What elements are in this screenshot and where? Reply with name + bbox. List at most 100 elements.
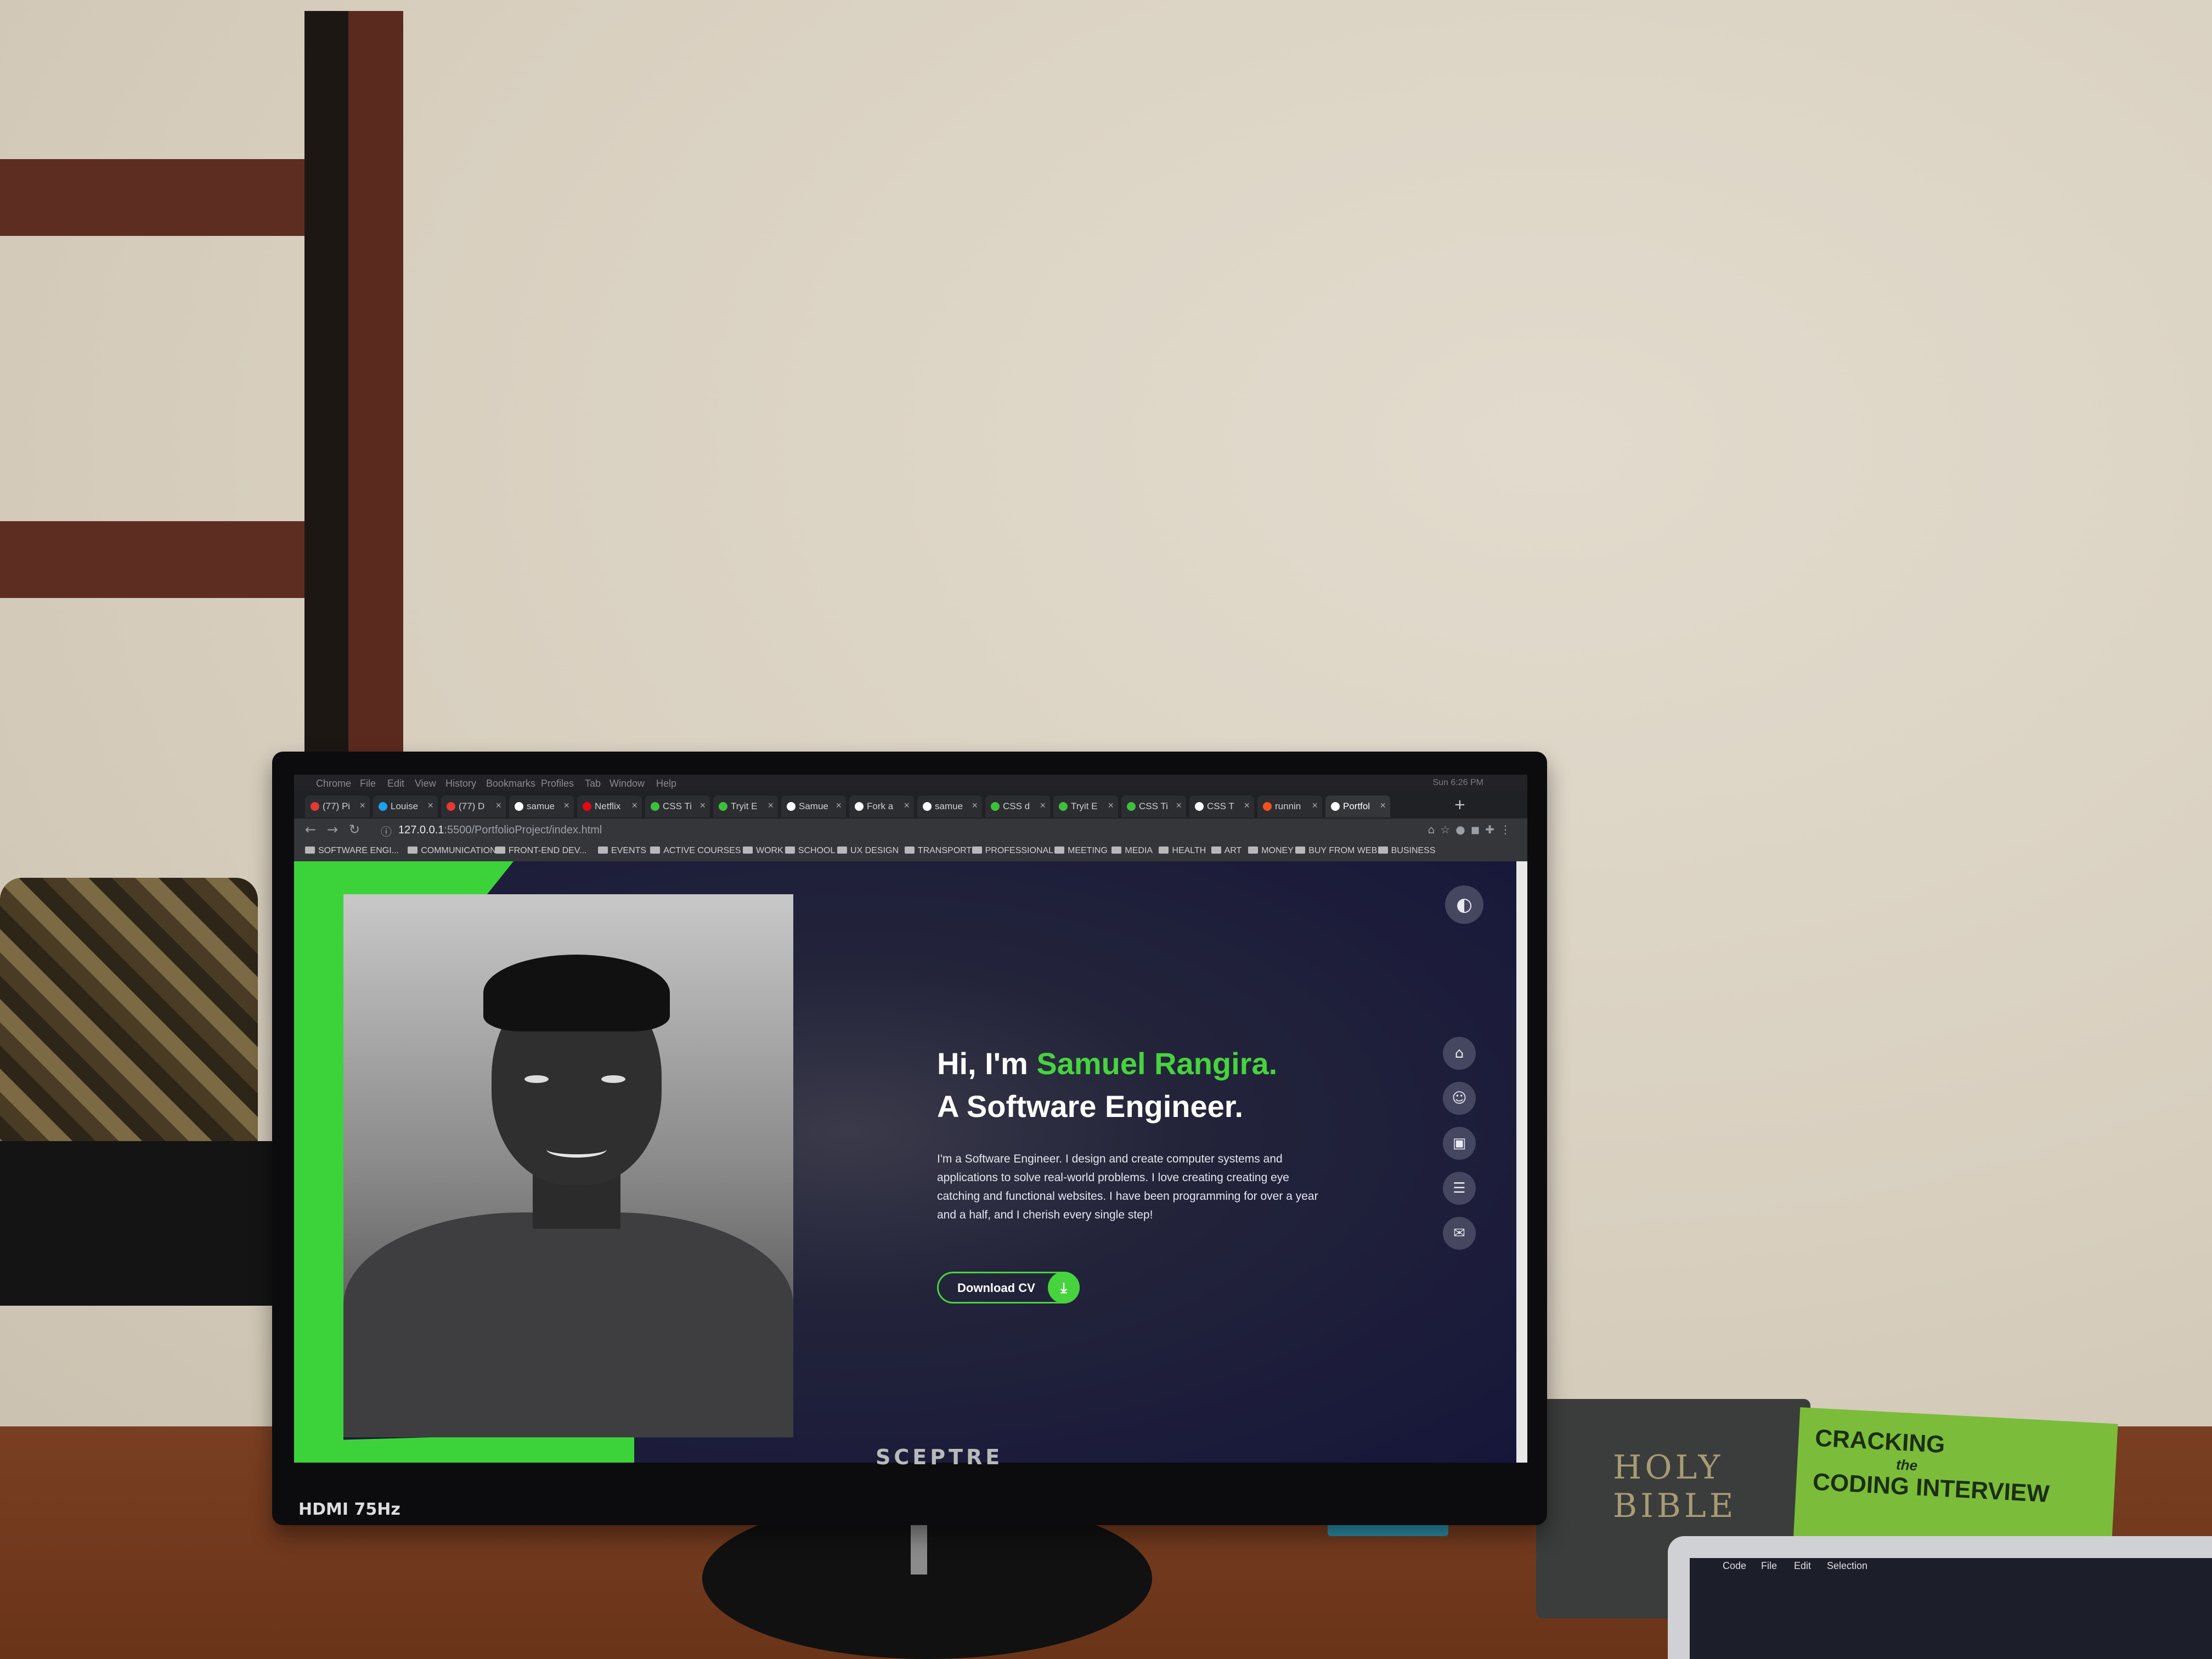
- home-icon[interactable]: ⌂: [1443, 1037, 1476, 1070]
- tab-label: runnin: [1275, 801, 1301, 811]
- book-title-1: CRACKING: [1814, 1424, 1946, 1458]
- laptop-menu-item[interactable]: Selection: [1827, 1560, 1867, 1572]
- browser-tab[interactable]: runnin ×: [1257, 795, 1322, 817]
- close-icon[interactable]: ×: [904, 800, 910, 811]
- bookmark-label: HEALTH: [1172, 846, 1206, 855]
- bookmark-folder[interactable]: HEALTH: [1159, 846, 1206, 856]
- download-cv-button[interactable]: Download CV ⤓: [937, 1272, 1080, 1304]
- close-icon[interactable]: ×: [1380, 800, 1386, 811]
- back-icon[interactable]: ←: [305, 822, 316, 837]
- bookmark-folder[interactable]: UX DESIGN: [837, 846, 899, 856]
- site-info-icon[interactable]: ⓘ: [381, 823, 392, 839]
- browser-tab[interactable]: Fork a ×: [849, 795, 914, 817]
- tab-favicon-icon: [923, 802, 932, 811]
- browser-tab[interactable]: Samue ×: [781, 795, 846, 817]
- bookmark-label: BUY FROM WEB: [1308, 846, 1378, 855]
- bookmark-folder[interactable]: COMMUNICATION: [408, 846, 496, 856]
- browser-tab[interactable]: Louise ×: [373, 795, 438, 817]
- bookmark-folder[interactable]: TRANSPORT: [904, 846, 972, 856]
- laptop-menu-item[interactable]: Edit: [1794, 1560, 1811, 1572]
- bookmark-folder[interactable]: BUSINESS: [1378, 846, 1436, 856]
- bookmark-folder[interactable]: WORK: [743, 846, 783, 856]
- browser-tab[interactable]: (77) D ×: [441, 795, 506, 817]
- close-icon[interactable]: ×: [1244, 800, 1250, 811]
- bookmark-folder[interactable]: BUY FROM WEB: [1295, 846, 1377, 856]
- bookmark-label: EVENTS: [611, 846, 647, 855]
- browser-tab[interactable]: samue ×: [917, 795, 982, 817]
- laptop-menu-item[interactable]: File: [1761, 1560, 1777, 1572]
- menu-window[interactable]: Window: [610, 778, 645, 789]
- browser-tab[interactable]: CSS Ti ×: [1121, 795, 1186, 817]
- close-icon[interactable]: ×: [1312, 800, 1318, 811]
- bookmark-folder[interactable]: SOFTWARE ENGI...: [305, 846, 399, 856]
- browser-tab[interactable]: (77) Pi ×: [305, 795, 370, 817]
- scrollbar[interactable]: [1516, 861, 1527, 1463]
- folder-icon: [837, 847, 847, 854]
- menu-edit[interactable]: Edit: [387, 778, 404, 789]
- browser-tab[interactable]: CSS Ti ×: [645, 795, 710, 817]
- close-icon[interactable]: ×: [359, 800, 365, 811]
- browser-tab[interactable]: CSS d ×: [985, 795, 1050, 817]
- folder-icon: [650, 847, 661, 854]
- envelope-icon[interactable]: ✉: [1443, 1217, 1476, 1250]
- bookmark-folder[interactable]: PROFESSIONAL: [972, 846, 1053, 856]
- bookmark-folder[interactable]: ART: [1211, 846, 1242, 856]
- close-icon[interactable]: ×: [495, 800, 501, 811]
- close-icon[interactable]: ×: [1108, 800, 1114, 811]
- folder-icon: [1159, 847, 1169, 854]
- menu-file[interactable]: File: [360, 778, 376, 789]
- menu-bookmarks[interactable]: Bookmarks: [486, 778, 535, 789]
- bookmark-folder[interactable]: MONEY: [1248, 846, 1294, 856]
- bookmark-folder[interactable]: ACTIVE COURSES: [650, 846, 741, 856]
- browser-tab[interactable]: CSS T ×: [1189, 795, 1254, 817]
- menu-chrome[interactable]: Chrome: [316, 778, 351, 789]
- browser-tab[interactable]: samue ×: [509, 795, 574, 817]
- clock: Sun 6:26 PM: [1432, 778, 1484, 787]
- bookmark-label: WORK: [756, 846, 783, 855]
- newspaper-icon[interactable]: ☰: [1443, 1172, 1476, 1205]
- tab-favicon-icon: [855, 802, 864, 811]
- browser-tab[interactable]: Portfol ×: [1325, 795, 1390, 817]
- new-tab-icon[interactable]: +: [1454, 797, 1466, 813]
- reload-icon[interactable]: ↻: [349, 822, 360, 837]
- bookmark-folder[interactable]: MEETING: [1054, 846, 1108, 856]
- menu-profiles[interactable]: Profiles: [541, 778, 574, 789]
- extension-icons[interactable]: ⌂☆●◼✚⋮: [1428, 823, 1516, 836]
- laptop-menu-item[interactable]: Code: [1723, 1560, 1746, 1572]
- close-icon[interactable]: ×: [563, 800, 569, 811]
- close-icon[interactable]: ×: [1176, 800, 1182, 811]
- menu-tab[interactable]: Tab: [585, 778, 601, 789]
- bookmark-folder[interactable]: EVENTS: [598, 846, 646, 856]
- forward-icon[interactable]: →: [327, 822, 338, 837]
- download-icon: ⤓: [1048, 1272, 1080, 1304]
- close-icon[interactable]: ×: [972, 800, 978, 811]
- side-nav: ⌂ ☺ ▣ ☰ ✉: [1443, 1037, 1478, 1262]
- folder-icon: [972, 847, 982, 854]
- briefcase-icon[interactable]: ▣: [1443, 1127, 1476, 1160]
- bookmark-label: COMMUNICATION: [421, 846, 496, 855]
- close-icon[interactable]: ×: [1040, 800, 1046, 811]
- folder-icon: [1211, 847, 1221, 854]
- close-icon[interactable]: ×: [699, 800, 706, 811]
- menu-help[interactable]: Help: [656, 778, 676, 789]
- browser-tab[interactable]: Tryit E ×: [713, 795, 778, 817]
- bookmark-folder[interactable]: MEDIA: [1111, 846, 1153, 856]
- tab-favicon-icon: [447, 802, 455, 811]
- menu-view[interactable]: View: [415, 778, 436, 789]
- bookmark-folder[interactable]: SCHOOL: [785, 846, 835, 856]
- close-icon[interactable]: ×: [427, 800, 433, 811]
- book-title-3: CODING INTERVIEW: [1812, 1468, 2050, 1508]
- close-icon[interactable]: ×: [836, 800, 842, 811]
- close-icon[interactable]: ×: [768, 800, 774, 811]
- address-bar[interactable]: ⓘ 127.0.0.1:5500/PortfolioProject/index.…: [376, 821, 1364, 839]
- bookmark-folder[interactable]: FRONT-END DEV...: [495, 846, 586, 856]
- profile-photo: [343, 894, 793, 1437]
- browser-tab[interactable]: Tryit E ×: [1053, 795, 1118, 817]
- green-accent-top: [294, 861, 514, 894]
- contrast-icon[interactable]: ◐: [1445, 885, 1483, 924]
- user-icon[interactable]: ☺: [1443, 1082, 1476, 1115]
- browser-tab[interactable]: Netflix ×: [577, 795, 642, 817]
- bookmark-label: MEDIA: [1125, 846, 1153, 855]
- menu-history[interactable]: History: [445, 778, 476, 789]
- close-icon[interactable]: ×: [631, 800, 637, 811]
